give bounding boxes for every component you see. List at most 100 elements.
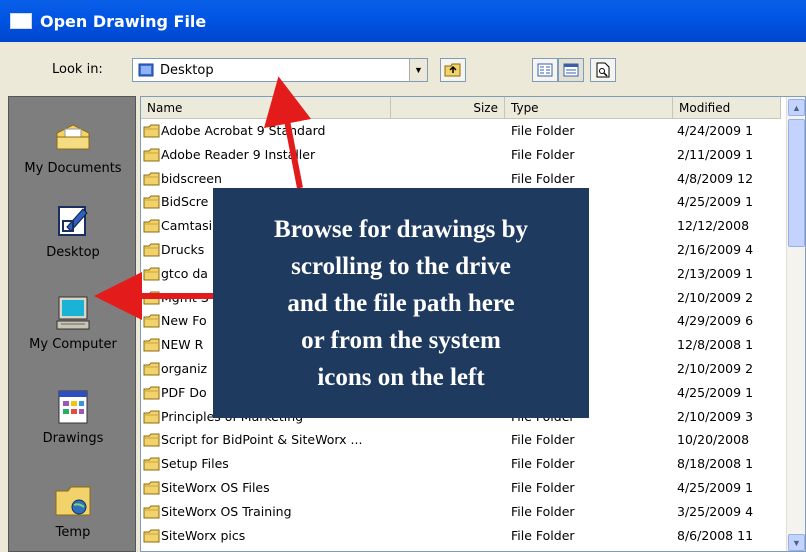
- place-label: Desktop: [46, 245, 100, 260]
- folder-icon: [143, 124, 161, 138]
- drawings-icon: [58, 390, 88, 424]
- place-label: My Computer: [29, 337, 117, 352]
- file-row[interactable]: Adobe Acrobat 9 Standard File Folder 4/24/…: [141, 119, 781, 143]
- file-modified: 2/11/2009 1: [677, 146, 754, 162]
- desktop-small-icon: [138, 63, 154, 77]
- folder-icon: [143, 410, 161, 424]
- folder-icon: [143, 172, 161, 186]
- details-view-icon: [563, 63, 579, 77]
- file-type: File Folder: [511, 479, 575, 495]
- folder-icon: [143, 505, 161, 519]
- file-type: File Folder: [511, 170, 575, 186]
- place-my-documents[interactable]: My Documents: [9, 117, 137, 176]
- file-type: File Folder: [511, 503, 575, 519]
- file-row[interactable]: SiteWorx pics File Folder 8/6/2008 11: [141, 524, 781, 548]
- callout-line: Browse for drawings by: [274, 215, 528, 243]
- file-modified: 12/12/2008: [677, 218, 750, 234]
- folder-icon: [143, 386, 161, 400]
- folder-icon: [143, 481, 161, 495]
- callout-line: icons on the left: [317, 363, 485, 391]
- preview-icon: [596, 62, 610, 78]
- file-modified: 4/25/2009 1: [677, 194, 754, 210]
- file-modified: 4/25/2009 1: [677, 479, 754, 495]
- up-folder-icon: [444, 63, 461, 77]
- file-modified: 12/8/2008 1: [677, 337, 754, 353]
- temp-folder-icon: [55, 486, 91, 516]
- look-in-label: Look in:: [52, 62, 103, 77]
- file-row[interactable]: Setup Files File Folder 8/18/2008 1: [141, 452, 781, 476]
- file-type: File Folder: [511, 432, 575, 448]
- folder-icon: [143, 338, 161, 352]
- folder-icon: [143, 148, 161, 162]
- place-label: Temp: [55, 525, 91, 540]
- list-view-button[interactable]: [532, 58, 558, 82]
- column-header-size[interactable]: Size: [391, 97, 505, 119]
- file-name: Adobe Reader 9 Installer: [161, 146, 316, 162]
- preview-button[interactable]: [590, 58, 616, 82]
- window-icon: [10, 13, 32, 29]
- folder-icon: [143, 433, 161, 447]
- file-modified: 2/13/2009 1: [677, 265, 754, 281]
- file-modified: 2/10/2009 2: [677, 289, 754, 305]
- file-name: bidscreen: [161, 170, 222, 186]
- file-modified: 2/10/2009 2: [677, 360, 754, 376]
- file-row[interactable]: SiteWorx OS Training File Folder 3/25/2009…: [141, 500, 781, 524]
- folder-icon: [143, 291, 161, 305]
- file-name: SiteWorx pics: [161, 527, 246, 543]
- file-modified: 3/25/2009 4: [677, 503, 754, 519]
- file-name: Adobe Acrobat 9 Standard: [161, 123, 326, 138]
- desktop-icon: [58, 206, 88, 236]
- file-row[interactable]: bidscreen File Folder 4/8/2009 12: [141, 167, 781, 191]
- folder-icon: [143, 529, 161, 543]
- place-desktop[interactable]: Desktop: [9, 201, 137, 260]
- place-label: Drawings: [42, 431, 104, 446]
- place-drawings[interactable]: Drawings: [9, 387, 137, 446]
- look-in-value: Desktop: [160, 62, 214, 78]
- look-in-row: Look in: Desktop ▼: [0, 42, 806, 98]
- file-modified: 8/18/2008 1: [677, 456, 754, 472]
- column-header-type[interactable]: Type: [505, 97, 673, 119]
- file-name: SiteWorx OS Training: [161, 503, 292, 519]
- callout-line: scrolling to the drive: [291, 252, 511, 280]
- file-row[interactable]: SiteWorx OS Files File Folder 4/25/2009 1: [141, 476, 781, 500]
- title-bar: Open Drawing File: [0, 0, 806, 42]
- folder-icon: [143, 314, 161, 328]
- place-my-computer[interactable]: My Computer: [9, 293, 137, 352]
- file-type: File Folder: [511, 146, 575, 162]
- places-bar: My Documents Desktop My Computer Drawing…: [8, 96, 136, 552]
- chevron-down-icon[interactable]: ▼: [409, 59, 427, 81]
- instruction-callout: Browse for drawings by scrolling to the d…: [213, 188, 589, 418]
- up-folder-button[interactable]: [440, 58, 466, 82]
- vertical-scrollbar[interactable]: ▲ ▼: [786, 97, 805, 551]
- file-row[interactable]: Script for BidPoint & SiteWorx ... File F…: [141, 428, 781, 452]
- folder-icon: [143, 243, 161, 257]
- file-name: Script for BidPoint & SiteWorx ...: [161, 432, 363, 448]
- file-modified: 2/10/2009 3: [677, 408, 754, 424]
- scroll-up-button[interactable]: ▲: [788, 99, 805, 116]
- callout-line: and the file path here: [287, 289, 515, 317]
- place-temp[interactable]: Temp: [9, 481, 137, 540]
- window-title: Open Drawing File: [40, 11, 207, 31]
- file-name: Setup Files: [161, 456, 229, 472]
- details-view-button[interactable]: [558, 58, 584, 82]
- file-modified: 4/24/2009 1: [677, 123, 754, 138]
- scroll-thumb[interactable]: [788, 119, 805, 247]
- place-label: My Documents: [24, 161, 122, 176]
- column-header-modified[interactable]: Modified: [673, 97, 781, 119]
- file-row[interactable]: Adobe Reader 9 Installer File Folder 2/11/…: [141, 143, 781, 167]
- file-modified: 10/20/2008: [677, 432, 750, 448]
- my-documents-icon: [56, 124, 90, 150]
- file-modified: 8/6/2008 11: [677, 527, 754, 543]
- folder-icon: [143, 457, 161, 471]
- look-in-dropdown[interactable]: Desktop ▼: [132, 58, 428, 82]
- callout-line: or from the system: [301, 326, 501, 354]
- file-type: File Folder: [511, 456, 575, 472]
- scroll-down-button[interactable]: ▼: [788, 534, 805, 551]
- my-computer-icon: [56, 296, 90, 330]
- folder-icon: [143, 195, 161, 209]
- column-header-name[interactable]: Name: [141, 97, 391, 119]
- file-type: File Folder: [511, 527, 575, 543]
- file-modified: 4/8/2009 12: [677, 170, 754, 186]
- file-modified: 4/29/2009 6: [677, 313, 754, 329]
- file-type: File Folder: [511, 123, 575, 138]
